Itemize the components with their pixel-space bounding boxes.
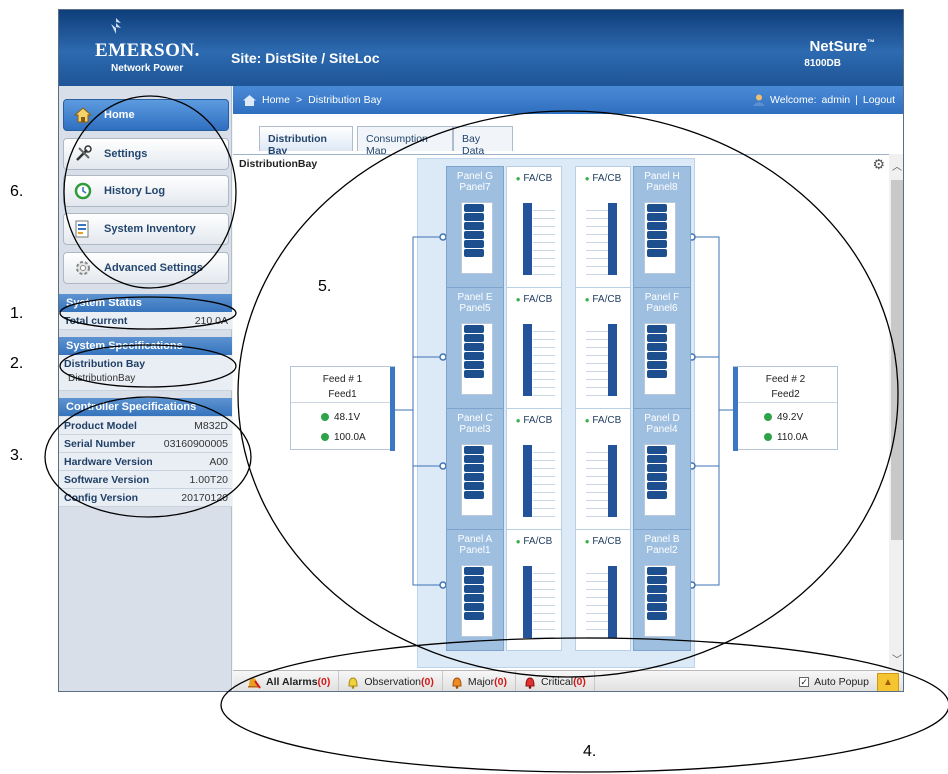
annotation-label-1: 1. — [10, 305, 24, 322]
annotation-ellipse-2 — [59, 344, 237, 388]
annotation-label-2: 2. — [10, 355, 24, 372]
annotation-label-6: 6. — [10, 183, 24, 200]
annotation-label-3: 3. — [10, 447, 24, 464]
annotation-ellipse-5 — [237, 110, 899, 678]
annotation-label-4: 4. — [583, 743, 597, 760]
annotation-ellipse-6 — [63, 95, 237, 289]
annotation-overlay — [44, 95, 948, 773]
annotation-ellipse-1 — [59, 296, 237, 330]
annotation-label-5: 5. — [318, 278, 332, 295]
annotation-ellipse-3 — [44, 396, 252, 518]
